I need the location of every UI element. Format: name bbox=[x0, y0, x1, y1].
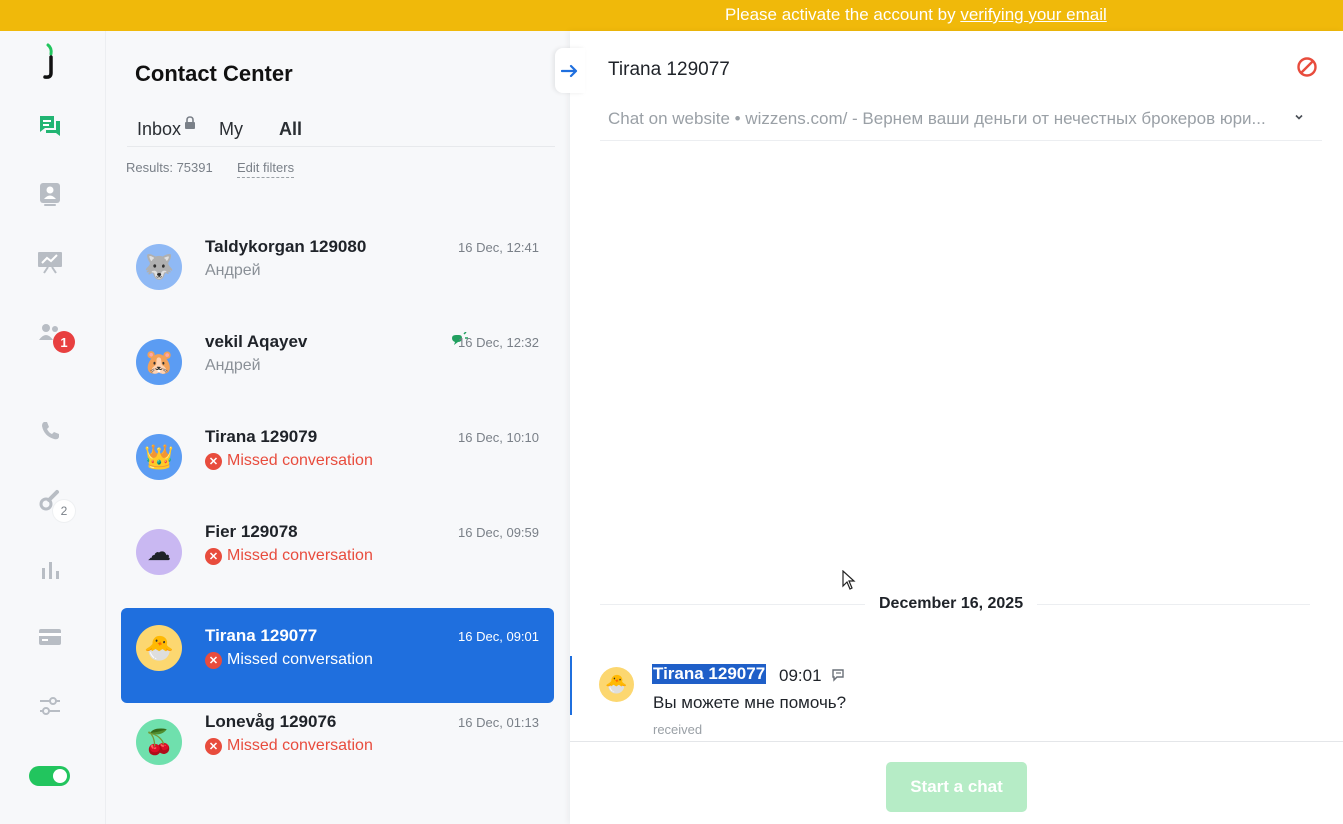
block-contact-button[interactable] bbox=[1296, 56, 1318, 83]
settings-icon bbox=[40, 697, 60, 715]
lock-icon bbox=[185, 116, 195, 129]
avatar: 🐺 bbox=[136, 244, 182, 290]
banner-message: Please activate the account by verifying… bbox=[725, 5, 1107, 25]
conversation-name: Tirana 129079 bbox=[205, 427, 318, 446]
nav-presentation[interactable] bbox=[33, 245, 67, 279]
tab-inbox[interactable]: Inbox bbox=[137, 116, 195, 140]
missed-label: Missed conversation bbox=[227, 547, 373, 564]
conversation-item[interactable]: 👑 Tirana 129079 16 Dec, 10:10 ✕ Missed co… bbox=[121, 410, 554, 505]
missed-icon: ✕ bbox=[205, 547, 222, 565]
avatar: 👑 bbox=[136, 434, 182, 480]
conversation-name: Taldykorgan 129080 bbox=[205, 237, 367, 256]
conversation-time: 16 Dec, 09:01 bbox=[458, 629, 539, 644]
conversation-item[interactable]: 🍒 Lonevåg 129076 16 Dec, 01:13 ✕ Missed c… bbox=[121, 695, 554, 790]
chat-icon bbox=[40, 116, 60, 136]
sender-name: Tirana 129077 bbox=[652, 664, 767, 684]
missed-status: ✕ Missed conversation bbox=[205, 651, 373, 669]
chat-source[interactable]: Chat on website • wizzens.com/ - Вернем … bbox=[608, 109, 1288, 129]
chevron-down-icon[interactable] bbox=[1293, 111, 1305, 123]
team-badge: 1 bbox=[53, 331, 75, 353]
phone-icon bbox=[42, 422, 59, 440]
conversation-name: vekil Aqayev bbox=[205, 332, 308, 351]
missed-label: Missed conversation bbox=[227, 651, 373, 668]
results-count: Results: 75391 bbox=[126, 160, 213, 175]
conversation-time: 16 Dec, 10:10 bbox=[458, 430, 539, 445]
conversation-list-panel: Contact Center Inbox My All Results: 753… bbox=[106, 31, 570, 824]
missed-icon: ✕ bbox=[205, 737, 222, 755]
conversation-item[interactable]: 🐺 Taldykorgan 129080 16 Dec, 12:41 Андре… bbox=[121, 220, 554, 315]
chat-title: Tirana 129077 bbox=[608, 59, 730, 80]
block-icon bbox=[1297, 57, 1317, 77]
app-logo[interactable] bbox=[33, 43, 67, 79]
message-time: 09:01 bbox=[779, 666, 822, 685]
logo-icon bbox=[43, 43, 53, 79]
date-label: December 16, 2025 bbox=[865, 595, 1038, 613]
conversation-name: Lonevåg 129076 bbox=[205, 712, 337, 731]
tab-my[interactable]: My bbox=[219, 119, 243, 140]
analytics-icon bbox=[42, 562, 59, 579]
conversation-agent: Андрей bbox=[205, 262, 261, 279]
mouse-cursor-icon bbox=[842, 570, 856, 590]
conversation-item-selected[interactable]: 🐣 Tirana 129077 16 Dec, 09:01 ✕ Missed co… bbox=[121, 608, 554, 703]
nav-settings[interactable] bbox=[33, 689, 67, 723]
message-status: received bbox=[653, 722, 703, 737]
avatar: ☁ bbox=[136, 529, 182, 575]
chat-panel: Tirana 129077 Chat on website • wizzens.… bbox=[555, 31, 1343, 824]
conversation-time: 16 Dec, 01:13 bbox=[458, 715, 539, 730]
avatar: 🐹 bbox=[136, 339, 182, 385]
integrations-badge: 2 bbox=[53, 500, 75, 522]
header-divider bbox=[600, 140, 1322, 141]
banner-text: Please activate the account by bbox=[725, 5, 961, 24]
edit-filters-link[interactable]: Edit filters bbox=[237, 160, 295, 178]
footer-divider bbox=[570, 741, 1343, 742]
nav-contacts[interactable] bbox=[33, 177, 67, 211]
nav-phone[interactable] bbox=[33, 414, 67, 448]
nav-billing[interactable] bbox=[33, 620, 67, 654]
collapse-panel-button[interactable] bbox=[555, 48, 585, 93]
missed-status: ✕ Missed conversation bbox=[205, 452, 373, 470]
avatar: 🍒 bbox=[136, 719, 182, 765]
availability-toggle[interactable] bbox=[29, 766, 70, 786]
missed-label: Missed conversation bbox=[227, 452, 373, 469]
arrow-right-icon bbox=[561, 64, 578, 77]
conversation-time: 16 Dec, 12:32 bbox=[458, 335, 539, 350]
tab-all[interactable]: All bbox=[279, 119, 302, 140]
missed-status: ✕ Missed conversation bbox=[205, 547, 373, 565]
verify-email-link[interactable]: verifying your email bbox=[960, 5, 1106, 24]
nav-analytics[interactable] bbox=[33, 553, 67, 587]
chat-channel-icon bbox=[832, 669, 844, 682]
conversation-name: Tirana 129077 bbox=[205, 626, 318, 645]
app-sidebar: 1 2 bbox=[0, 31, 106, 824]
avatar: 🐣 bbox=[136, 625, 182, 671]
conversation-time: 16 Dec, 12:41 bbox=[458, 240, 539, 255]
message-text: Вы можете мне помочь? bbox=[653, 693, 847, 712]
conversation-item[interactable]: 🐹 vekil Aqayev 16 Dec, 12:32 Андрей bbox=[121, 315, 554, 410]
presentation-icon bbox=[38, 252, 62, 274]
tab-inbox-label: Inbox bbox=[137, 119, 182, 139]
message-highlight-bar bbox=[570, 656, 572, 715]
sender-avatar: 🐣 bbox=[599, 667, 634, 702]
billing-icon bbox=[39, 629, 61, 645]
conversation-name: Fier 129078 bbox=[205, 522, 298, 541]
contacts-icon bbox=[40, 183, 60, 206]
missed-icon: ✕ bbox=[205, 651, 222, 669]
missed-icon: ✕ bbox=[205, 452, 222, 470]
conversation-time: 16 Dec, 09:59 bbox=[458, 525, 539, 540]
nav-contact-center[interactable] bbox=[33, 109, 67, 143]
start-chat-button[interactable]: Start a chat bbox=[886, 762, 1027, 812]
missed-label: Missed conversation bbox=[227, 737, 373, 754]
conversation-agent: Андрей bbox=[205, 357, 261, 374]
conversation-item[interactable]: ☁ Fier 129078 16 Dec, 09:59 ✕ Missed conv… bbox=[121, 505, 554, 600]
missed-status: ✕ Missed conversation bbox=[205, 737, 373, 755]
activation-banner: Please activate the account by verifying… bbox=[0, 0, 1343, 31]
toggle-knob bbox=[53, 769, 67, 783]
page-title: Contact Center bbox=[135, 61, 293, 86]
tabs-divider bbox=[127, 146, 555, 147]
